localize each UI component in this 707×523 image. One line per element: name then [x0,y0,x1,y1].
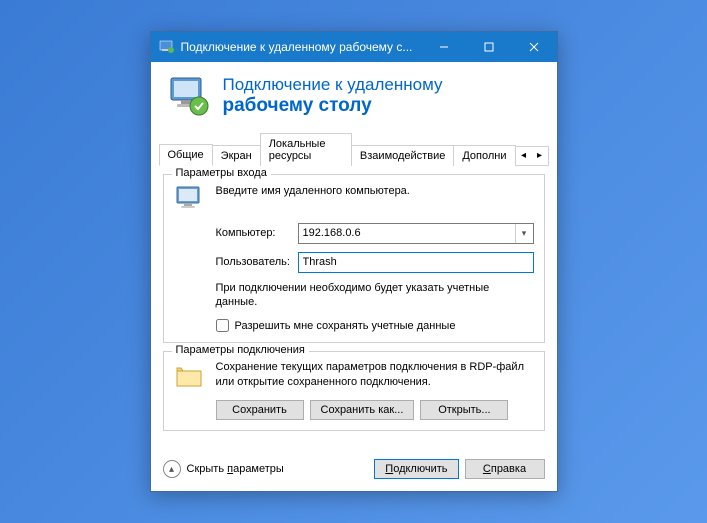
titlebar: Подключение к удаленному рабочему с... [151,32,557,62]
footer: ▴ Скрыть параметры Подключить Справка [151,451,557,491]
window-controls [422,32,557,62]
save-credentials-checkbox[interactable] [216,319,229,332]
tab-panel: Параметры входа Введите имя удаленного к… [151,166,557,452]
save-as-button[interactable]: Сохранить как... [310,400,415,420]
rdp-window: Подключение к удаленному рабочему с... П… [150,31,558,493]
chevron-up-icon: ▴ [163,460,181,478]
credentials-note: При подключении необходимо будет указать… [216,281,534,310]
minimize-button[interactable] [422,32,467,62]
close-button[interactable] [512,32,557,62]
connection-buttons: Сохранить Сохранить как... Открыть... [216,400,534,420]
tab-display[interactable]: Экран [212,145,261,166]
folder-icon [174,360,206,392]
save-credentials-row[interactable]: Разрешить мне сохранять учетные данные [216,319,534,332]
computer-icon [174,183,206,215]
app-icon [159,39,175,55]
titlebar-text: Подключение к удаленному рабочему с... [181,40,422,54]
user-label: Пользователь: [216,256,298,268]
rdp-icon [167,74,211,118]
help-button[interactable]: Справка [465,459,545,479]
user-row: Пользователь: [216,252,534,273]
login-instruction: Введите имя удаленного компьютера. [216,185,410,197]
hide-options-link[interactable]: ▴ Скрыть параметры [163,460,284,478]
login-instruction-row: Введите имя удаленного компьютера. [174,183,534,215]
tab-scroll: ◂ ▸ [515,146,549,165]
header-line1: Подключение к удаленному [223,75,443,95]
header-line2: рабочему столу [223,95,443,117]
computer-input[interactable] [299,224,515,243]
save-button[interactable]: Сохранить [216,400,304,420]
header-title: Подключение к удаленному рабочему столу [223,75,443,116]
computer-combo[interactable]: ▾ [298,223,534,244]
connection-group-title: Параметры подключения [172,344,309,356]
tabs: Общие Экран Локальные ресурсы Взаимодейс… [159,132,549,166]
connect-button[interactable]: Подключить [374,459,458,479]
login-group: Параметры входа Введите имя удаленного к… [163,174,545,344]
hide-options-label: Скрыть параметры [187,463,284,475]
save-credentials-label: Разрешить мне сохранять учетные данные [235,320,456,332]
connection-group: Параметры подключения Сохранение текущих… [163,351,545,431]
login-group-title: Параметры входа [172,167,271,179]
tab-general[interactable]: Общие [159,144,213,166]
open-button[interactable]: Открыть... [420,400,508,420]
tab-advanced[interactable]: Дополни [453,145,515,166]
connection-row: Сохранение текущих параметров подключени… [174,360,534,392]
maximize-button[interactable] [467,32,512,62]
tab-scroll-left[interactable]: ◂ [516,147,532,165]
computer-label: Компьютер: [216,227,298,239]
user-input[interactable] [298,252,534,273]
header: Подключение к удаленному рабочему столу [151,62,557,132]
tab-experience[interactable]: Взаимодействие [351,145,454,166]
tab-local-resources[interactable]: Локальные ресурсы [260,133,352,166]
tab-scroll-right[interactable]: ▸ [532,147,548,165]
connection-text: Сохранение текущих параметров подключени… [216,360,534,389]
computer-row: Компьютер: ▾ [216,223,534,244]
chevron-down-icon[interactable]: ▾ [515,224,533,243]
